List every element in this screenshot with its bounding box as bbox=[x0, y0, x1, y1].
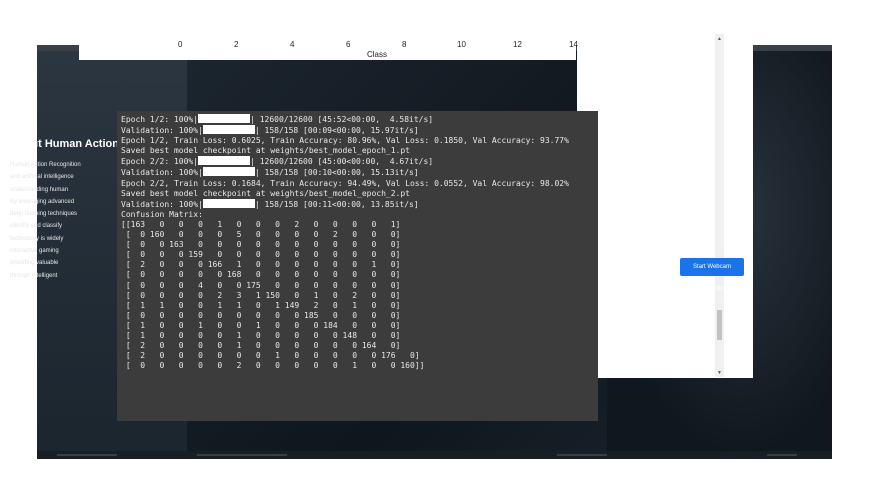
graphs-panel bbox=[577, 33, 753, 378]
about-line: Human Action Recognition bbox=[10, 162, 81, 168]
log-line: Epoch 1/2, Train Loss: 0.6025, Train Acc… bbox=[121, 136, 569, 146]
x-tick-label: 2 bbox=[234, 40, 239, 49]
plot-axis-strip bbox=[79, 38, 576, 60]
matrix-row: [ 2 0 0 0 0 1 0 0 0 0 0 0 164 0] bbox=[121, 341, 401, 351]
about-line: By leveraging advanced bbox=[10, 198, 75, 205]
scroll-up-arrow-icon[interactable]: ▲ bbox=[717, 36, 722, 42]
progress-bar bbox=[198, 156, 251, 166]
matrix-row: [[163 0 0 0 1 0 0 0 2 0 0 0 0 1] bbox=[121, 219, 401, 229]
log-output: Epoch 1/2: 100%| | 12600/12600 [45:52<00:… bbox=[121, 114, 569, 371]
matrix-row: [ 1 0 0 1 0 0 1 0 0 0 184 0 0 0] bbox=[121, 320, 401, 330]
about-body: Human Action Recognition and artificial … bbox=[10, 159, 84, 299]
x-tick-label: 10 bbox=[457, 40, 466, 49]
progress-bar bbox=[202, 167, 255, 177]
matrix-row: [ 0 0 0 0 0 2 0 0 0 0 0 1 0 0 160]] bbox=[121, 361, 425, 371]
matrix-row: [ 0 160 0 0 0 5 0 0 0 0 2 0 0 0] bbox=[121, 230, 401, 240]
matrix-row: [ 0 0 163 0 0 0 0 0 0 0 0 0 0 0] bbox=[121, 240, 401, 250]
about-line: and artificial intelligence bbox=[10, 174, 74, 181]
training-log-terminal: Epoch 1/2: 100%| | 12600/12600 [45:52<00:… bbox=[117, 111, 598, 421]
log-line: Epoch 1/2: 100%| bbox=[121, 115, 199, 124]
about-line: identify and classify bbox=[10, 223, 63, 230]
bottom-bar bbox=[37, 451, 832, 459]
scroll-down-arrow-icon[interactable]: ▼ bbox=[717, 370, 722, 376]
matrix-row: [ 0 0 0 0 0 0 0 0 0 185 0 0 0 0] bbox=[121, 310, 401, 320]
progress-bar bbox=[202, 198, 255, 208]
about-line: deep learning techniques bbox=[10, 211, 78, 218]
x-tick-label: 14 bbox=[569, 40, 578, 49]
recognition-status: No recognized action bbox=[668, 283, 753, 293]
about-line: technology is widely bbox=[10, 235, 64, 242]
x-tick-label: 8 bbox=[402, 40, 407, 49]
progress-bar bbox=[202, 125, 255, 135]
log-line: Epoch 2/2, Train Loss: 0.1684, Train Acc… bbox=[121, 178, 569, 188]
start-webcam-button[interactable]: Start Webcam bbox=[680, 258, 744, 276]
progress-bar bbox=[198, 114, 251, 123]
x-tick-label: 4 bbox=[290, 40, 295, 49]
x-axis-label: Class bbox=[367, 50, 388, 59]
matrix-row: [ 1 1 0 0 1 1 0 1 149 2 0 1 0 0] bbox=[121, 300, 401, 310]
about-line: understanding human bbox=[10, 186, 69, 193]
confusion-matrix-title: Confusion Matrix: bbox=[121, 209, 203, 219]
about-line: through intelligent bbox=[10, 272, 58, 279]
scroll-thumb[interactable] bbox=[717, 310, 722, 340]
x-tick-label: 0 bbox=[178, 40, 183, 49]
nav-graphs-link[interactable]: Graphs bbox=[752, 24, 775, 31]
about-line: interactive gaming bbox=[10, 248, 59, 255]
about-line: providing valuable bbox=[10, 260, 59, 267]
matrix-row: [ 0 0 0 4 0 0 175 0 0 0 0 0 0 0] bbox=[121, 280, 401, 290]
matrix-row: [ 0 0 0 0 0 168 0 0 0 0 0 0 0 0] bbox=[121, 270, 401, 280]
x-tick-label: 12 bbox=[513, 40, 522, 49]
log-line: Saved best model checkpoint at weights/b… bbox=[121, 188, 410, 198]
matrix-row: [ 2 0 0 0 166 1 0 0 0 0 0 0 1 0] bbox=[121, 260, 401, 270]
log-line: Saved best model checkpoint at weights/b… bbox=[121, 146, 410, 156]
matrix-row: [ 0 0 0 159 0 0 0 0 0 0 0 0 0 0] bbox=[121, 250, 401, 260]
x-tick-label: 6 bbox=[346, 40, 351, 49]
matrix-row: [ 2 0 0 0 0 0 0 1 0 0 0 0 0 176 0] bbox=[121, 351, 420, 361]
matrix-row: [ 0 0 0 0 2 3 1 150 0 1 0 2 0 0] bbox=[121, 290, 401, 300]
matrix-row: [ 1 0 0 0 0 1 0 0 0 0 0 148 0 0] bbox=[121, 330, 401, 340]
